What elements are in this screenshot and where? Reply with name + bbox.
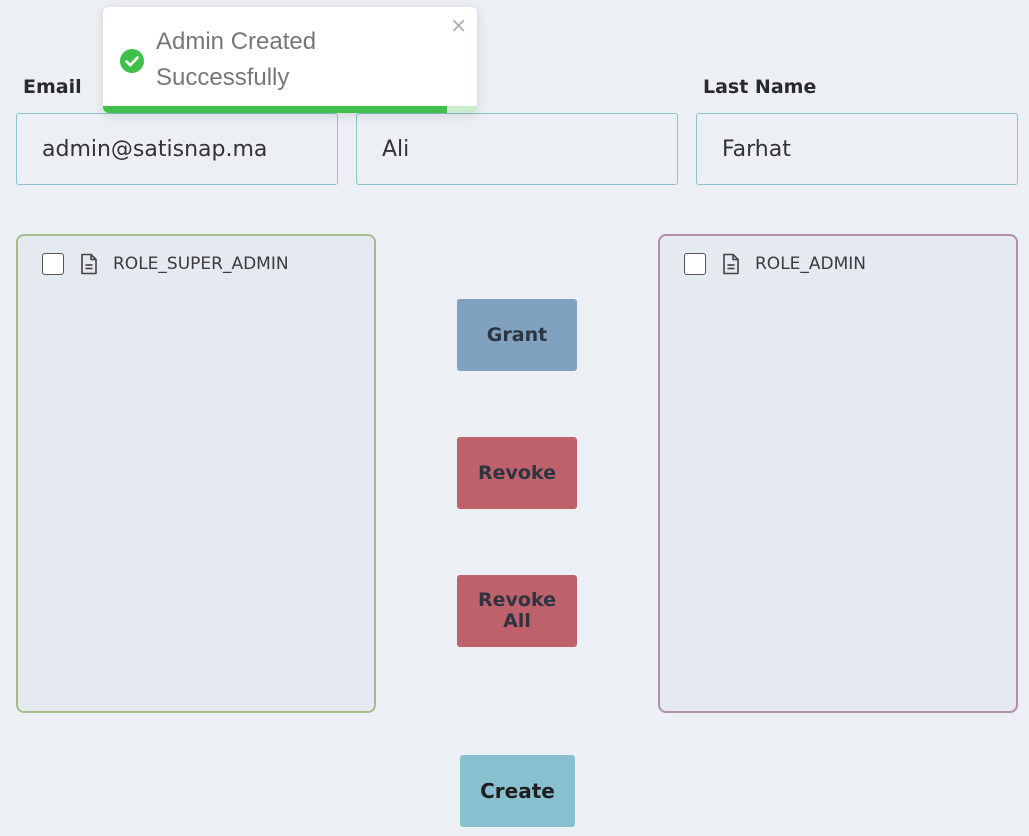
toast-progress-bar <box>103 106 477 113</box>
email-input[interactable] <box>16 113 338 185</box>
role-item-super-admin[interactable]: ROLE_SUPER_ADMIN <box>42 253 289 275</box>
role-label: ROLE_ADMIN <box>755 254 867 274</box>
first-name-input[interactable] <box>356 113 678 185</box>
file-icon <box>721 253 741 275</box>
create-button[interactable]: Create <box>460 755 575 827</box>
revoke-all-button[interactable]: Revoke All <box>457 575 577 647</box>
close-icon[interactable]: × <box>450 15 467 35</box>
grant-button[interactable]: Grant <box>457 299 577 371</box>
success-toast: Admin Created Successfully × <box>103 7 477 113</box>
toast-progress-fill <box>103 106 448 113</box>
toast-message: Admin Created Successfully <box>156 28 317 91</box>
file-icon <box>79 253 99 275</box>
last-name-label: Last Name <box>703 76 817 98</box>
available-roles-list: ROLE_SUPER_ADMIN <box>16 234 376 713</box>
email-label: Email <box>23 76 82 98</box>
assigned-roles-list: ROLE_ADMIN <box>658 234 1018 713</box>
role-checkbox[interactable] <box>42 253 64 275</box>
role-label: ROLE_SUPER_ADMIN <box>113 254 289 274</box>
role-item-admin[interactable]: ROLE_ADMIN <box>684 253 866 275</box>
check-circle-icon <box>119 48 145 74</box>
role-checkbox[interactable] <box>684 253 706 275</box>
last-name-input[interactable] <box>696 113 1018 185</box>
revoke-button[interactable]: Revoke <box>457 437 577 509</box>
